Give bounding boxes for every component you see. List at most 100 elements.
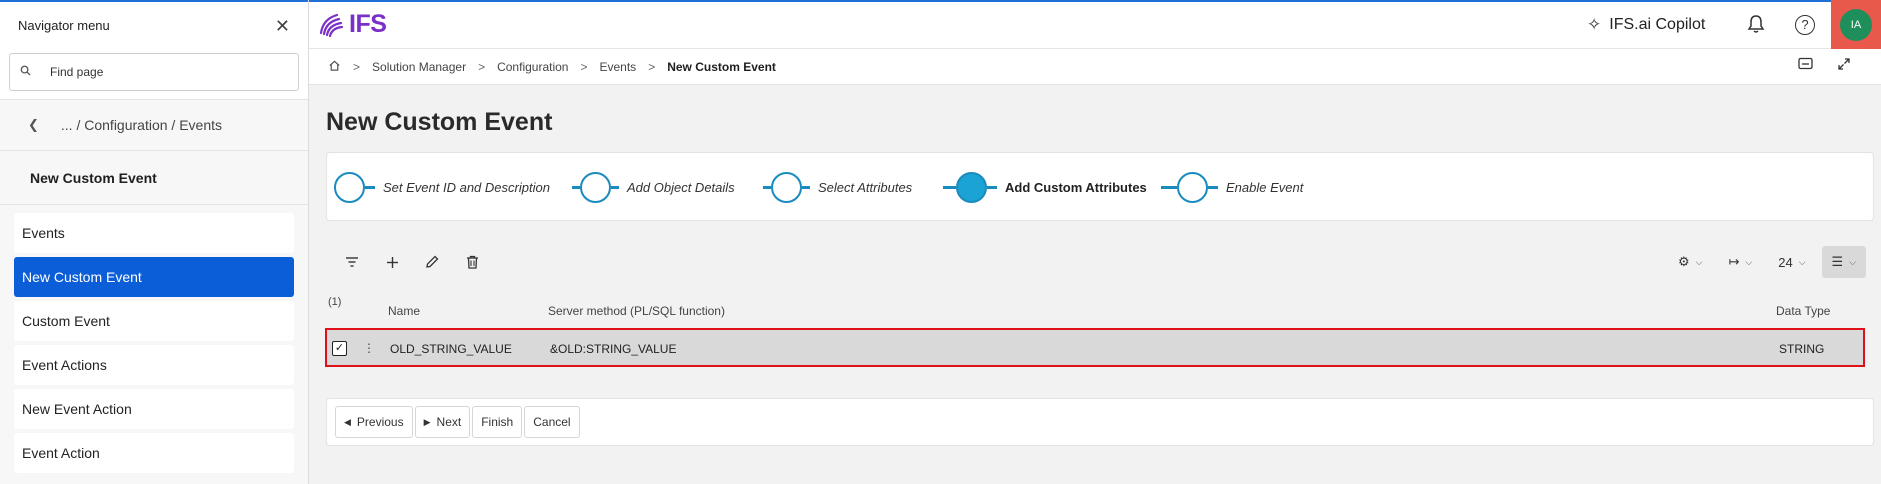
- copilot-label: IFS.ai Copilot: [1609, 16, 1706, 33]
- step-label: Add Object Details: [627, 180, 735, 195]
- search-icon: [20, 65, 50, 79]
- step-indicator: [334, 172, 365, 203]
- breadcrumb-actions: [1798, 57, 1851, 75]
- nav-item-events[interactable]: Events: [14, 213, 294, 253]
- navigator-back[interactable]: ❮ ... / Configuration / Events: [0, 100, 308, 151]
- row-checkbox[interactable]: ✓: [332, 341, 347, 356]
- settings-dropdown[interactable]: ⚙ ⌵: [1668, 246, 1712, 278]
- breadcrumb: > Solution Manager > Configuration > Eve…: [309, 49, 1881, 85]
- cell-data-type: STRING: [1779, 342, 1825, 356]
- step-connector: [943, 186, 956, 189]
- step-label: Select Attributes: [818, 180, 913, 195]
- ifs-logo-icon: [319, 13, 344, 37]
- previous-button[interactable]: ◀ Previous: [335, 406, 413, 438]
- step-connector: [572, 186, 580, 189]
- screen-icon[interactable]: [1798, 57, 1813, 75]
- top-bar: IFS ✧ IFS.ai Copilot ? IA: [309, 0, 1881, 50]
- toolbar-right: ⚙ ⌵ ↦ ⌵ 24 ⌵ ☰ ⌵: [1668, 246, 1874, 278]
- delete-icon[interactable]: [452, 246, 492, 278]
- next-button[interactable]: ▶ Next: [414, 406, 471, 438]
- step-connector: [987, 186, 997, 189]
- export-dropdown[interactable]: ↦ ⌵: [1718, 246, 1762, 278]
- view-mode-dropdown[interactable]: ☰ ⌵: [1821, 246, 1866, 278]
- nav-item-new-event-action[interactable]: New Event Action: [14, 389, 294, 429]
- triangle-right-icon: ▶: [423, 416, 431, 427]
- step-indicator-current: [956, 172, 987, 203]
- column-header-data-type[interactable]: Data Type: [1776, 304, 1830, 318]
- sparkle-icon: ✧: [1587, 15, 1602, 34]
- nav-item-new-custom-event[interactable]: New Custom Event: [14, 257, 294, 297]
- breadcrumb-events[interactable]: Events: [600, 60, 637, 74]
- ifs-logo[interactable]: IFS: [317, 10, 387, 39]
- cell-server-method: &OLD:STRING_VALUE: [550, 342, 677, 356]
- wizard-step-2[interactable]: Add Object Details: [572, 153, 743, 222]
- step-connector: [802, 186, 810, 189]
- nav-item-event-actions[interactable]: Event Actions: [14, 345, 294, 385]
- page-size-value: 24: [1778, 254, 1793, 270]
- breadcrumb-configuration[interactable]: Configuration: [497, 60, 568, 74]
- chevron-down-icon: ⌵: [1798, 256, 1806, 267]
- step-connector: [1208, 186, 1218, 189]
- help-icon[interactable]: ?: [1795, 15, 1815, 35]
- filter-icon[interactable]: [332, 246, 372, 278]
- triangle-left-icon: ◀: [344, 416, 351, 427]
- expand-icon[interactable]: [1837, 57, 1851, 75]
- step-label: Enable Event: [1226, 180, 1304, 195]
- chevron-down-icon: ⌵: [1849, 256, 1856, 267]
- chevron-right-icon: >: [580, 59, 588, 74]
- chevron-down-icon: ⌵: [1745, 256, 1753, 267]
- nav-item-custom-event[interactable]: Custom Event: [14, 301, 294, 341]
- previous-label: Previous: [356, 415, 404, 429]
- selection-count: (1): [328, 296, 342, 308]
- gear-icon: ⚙: [1678, 254, 1690, 269]
- add-icon[interactable]: [372, 246, 412, 278]
- cancel-button[interactable]: Cancel: [524, 406, 580, 438]
- step-connector: [611, 186, 619, 189]
- list-icon: ☰: [1831, 254, 1844, 269]
- finish-button[interactable]: Finish: [472, 406, 523, 438]
- navigator-back-path: ... / Configuration / Events: [60, 117, 222, 133]
- chevron-right-icon: >: [353, 59, 361, 74]
- edit-icon[interactable]: [412, 246, 452, 278]
- bell-icon[interactable]: [1747, 14, 1765, 39]
- next-label: Next: [436, 415, 462, 429]
- breadcrumb-solution-manager[interactable]: Solution Manager: [372, 60, 466, 74]
- close-icon[interactable]: ✕: [275, 17, 290, 35]
- navigator-title: Navigator menu: [18, 18, 110, 33]
- navigator-panel: Navigator menu ✕ ❮ ... / Configuration /…: [0, 0, 309, 484]
- wizard-step-5[interactable]: Enable Event: [1161, 153, 1311, 222]
- table-row[interactable]: ✓ ⋮ OLD_STRING_VALUE &OLD:STRING_VALUE S…: [325, 328, 1865, 367]
- nav-item-event-action[interactable]: Event Action: [14, 433, 294, 473]
- wizard-button-bar: ◀ Previous ▶ Next Finish Cancel: [326, 398, 1874, 446]
- cell-name: OLD_STRING_VALUE: [390, 342, 512, 356]
- page-size-dropdown[interactable]: 24 ⌵: [1768, 246, 1815, 278]
- step-indicator: [1177, 172, 1208, 203]
- more-options-icon[interactable]: ⋮: [363, 341, 375, 355]
- navigator-header: Navigator menu ✕: [0, 0, 308, 49]
- chevron-down-icon: ⌵: [1695, 256, 1703, 267]
- table-header: (1) Name Server method (PL/SQL function)…: [326, 296, 1874, 322]
- table-toolbar: ⚙ ⌵ ↦ ⌵ 24 ⌵ ☰ ⌵: [326, 240, 1874, 284]
- wizard-steps: Set Event ID and Description Add Object …: [326, 152, 1874, 221]
- step-indicator: [580, 172, 611, 203]
- find-page-input[interactable]: [50, 65, 270, 79]
- page-title: New Custom Event: [326, 108, 553, 136]
- wizard-step-1[interactable]: Set Event ID and Description: [334, 153, 558, 222]
- chevron-left-icon: ❮: [28, 117, 39, 132]
- copilot-button[interactable]: ✧ IFS.ai Copilot: [1587, 15, 1705, 35]
- wizard-step-3[interactable]: Select Attributes: [763, 153, 920, 222]
- avatar[interactable]: IA: [1840, 9, 1872, 41]
- step-connector: [365, 186, 375, 189]
- navigator-current-page: New Custom Event: [0, 151, 308, 205]
- column-header-name[interactable]: Name: [388, 304, 420, 318]
- home-icon[interactable]: [328, 59, 341, 75]
- step-label-current: Add Custom Attributes: [1005, 180, 1147, 195]
- step-connector: [763, 186, 771, 189]
- chevron-right-icon: >: [478, 59, 486, 74]
- navigator-list: Events New Custom Event Custom Event Eve…: [0, 205, 308, 473]
- column-header-server-method[interactable]: Server method (PL/SQL function): [548, 304, 725, 318]
- wizard-step-4[interactable]: Add Custom Attributes: [943, 153, 1155, 222]
- step-connector: [1161, 186, 1177, 189]
- arrow-right-bar-icon: ↦: [1728, 254, 1740, 269]
- chevron-right-icon: >: [648, 59, 656, 74]
